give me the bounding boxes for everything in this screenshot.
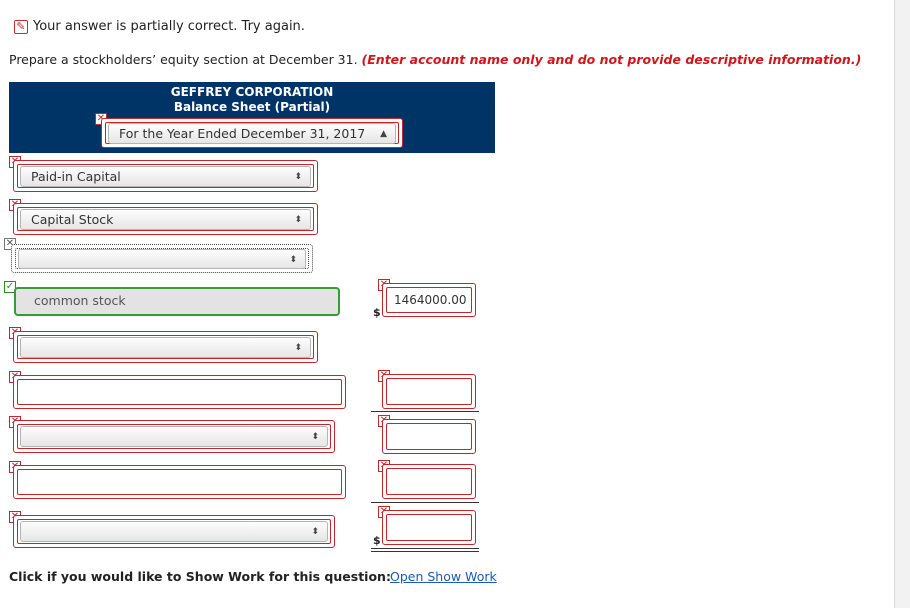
row7-account-select[interactable]: ⬍ (20, 426, 328, 447)
period-select-value: For the Year Ended December 31, 2017 (119, 126, 366, 141)
row9-account-select[interactable]: ⬍ (20, 521, 328, 542)
row2-select-value: Capital Stock (31, 212, 114, 227)
row7-amount-input[interactable] (389, 426, 469, 446)
period-select[interactable]: For the Year Ended December 31, 2017 ▲ (108, 123, 396, 144)
select-arrows-icon: ⬍ (294, 172, 302, 182)
row6-amount-frame (382, 374, 476, 409)
subtotal-rule (371, 411, 479, 412)
row2-account-select[interactable]: Capital Stock ⬍ (20, 209, 311, 230)
statement-title: Balance Sheet (Partial) (173, 100, 331, 114)
subtotal-rule (371, 502, 479, 503)
vertical-scrollbar[interactable] (894, 0, 910, 608)
instruction: Prepare a stockholders’ equity section a… (9, 52, 861, 67)
row7-frame: ⬍ (13, 420, 335, 453)
instruction-note: (Enter account name only and do not prov… (361, 52, 862, 67)
row3-account-select[interactable]: ⬍ (18, 249, 306, 269)
select-arrows-icon: ⬍ (311, 432, 319, 442)
row1-account-select[interactable]: Paid-in Capital ⬍ (20, 166, 311, 187)
total-amount-input[interactable] (389, 517, 469, 537)
dollar-sign: $ (373, 306, 381, 319)
select-arrows-icon: ⬍ (311, 527, 319, 537)
period-select-frame: For the Year Ended December 31, 2017 ▲ (101, 118, 403, 148)
select-arrows-icon: ▲ (380, 129, 387, 139)
row5-account-select[interactable]: ⬍ (20, 337, 311, 358)
row9-frame: ⬍ (13, 515, 335, 548)
row8-account-input[interactable] (20, 472, 339, 492)
row1-select-value: Paid-in Capital (31, 169, 121, 184)
pencil-icon: ✎ (14, 20, 28, 34)
row2-frame: Capital Stock ⬍ (13, 203, 318, 235)
row4-amount-frame: 1464000.00 (382, 283, 476, 317)
row4-account-input[interactable]: common stock (14, 287, 340, 316)
total-double-rule-bottom (371, 551, 479, 552)
row8-amount-input[interactable] (389, 471, 469, 491)
select-arrows-icon: ⬍ (289, 255, 297, 265)
row8-frame (13, 465, 346, 499)
row3-frame: ⬍ (11, 244, 313, 273)
row6-account-input[interactable] (20, 382, 339, 402)
select-arrows-icon: ⬍ (294, 343, 302, 353)
total-double-rule-top (371, 548, 479, 549)
company-name: GEFFREY CORPORATION (170, 85, 334, 99)
row5-frame: ⬍ (13, 331, 318, 363)
row1-frame: Paid-in Capital ⬍ (13, 160, 318, 192)
open-show-work-link[interactable]: Open Show Work (390, 569, 497, 584)
instruction-text: Prepare a stockholders’ equity section a… (9, 52, 358, 67)
select-arrows-icon: ⬍ (294, 215, 302, 225)
row6-amount-input[interactable] (389, 381, 469, 401)
row4-amount-input[interactable]: 1464000.00 (389, 290, 469, 310)
row6-frame (13, 375, 346, 409)
row8-amount-frame (382, 464, 476, 499)
row7-amount-frame (382, 419, 476, 454)
show-work-label: Click if you would like to Show Work for… (9, 569, 391, 584)
row9-amount-frame (382, 510, 476, 545)
dollar-sign: $ (373, 534, 381, 547)
status-message: Your answer is partially correct. Try ag… (33, 19, 305, 34)
